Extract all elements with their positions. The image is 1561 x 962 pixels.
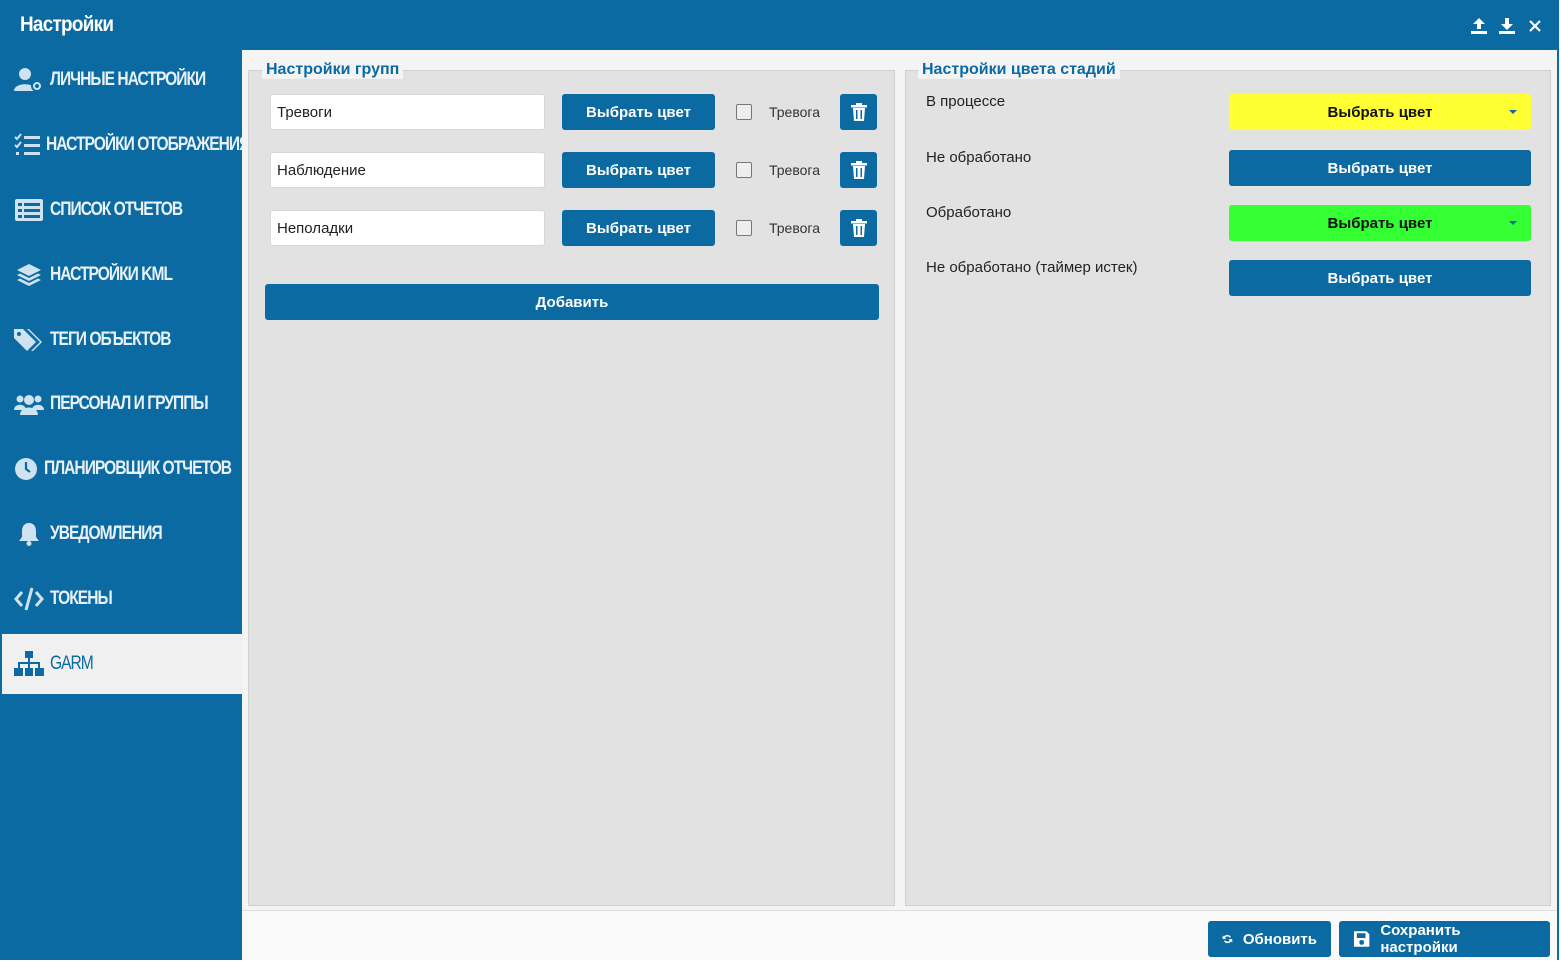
stage-colors-legend: Настройки цвета стадий [918, 61, 1120, 79]
chevron-down-icon [1509, 221, 1517, 225]
sidebar-item-label: ТОКЕНЫ [50, 588, 113, 609]
stage-color-button-label: Выбрать цвет [1327, 269, 1433, 287]
sidebar-item-display-settings[interactable]: НАСТРОЙКИ ОТОБРАЖЕНИЯ [2, 115, 250, 175]
group-row: Выбрать цвет Тревога [270, 210, 890, 246]
stage-colors-panel: Настройки цвета стадий В процессе Выбрат… [905, 61, 1551, 906]
sidebar-item-report-list[interactable]: СПИСОК ОТЧЕТОВ [2, 180, 242, 240]
sidebar: ЛИЧНЫЕ НАСТРОЙКИ НАСТРОЙКИ ОТОБРАЖЕНИЯ С… [2, 50, 250, 960]
list-alt-icon [14, 195, 44, 225]
stage-row: Обработано Выбрать цвет [926, 204, 1532, 241]
sidebar-item-report-scheduler[interactable]: ПЛАНИРОВЩИК ОТЧЕТОВ [2, 439, 242, 499]
groups-legend: Настройки групп [262, 61, 404, 79]
settings-window: Настройки ЛИЧНЫЕ НАСТРОЙКИ НАСТРОЙКИ ОТО… [0, 0, 1559, 960]
group-row: Выбрать цвет Тревога [270, 152, 890, 188]
refresh-label: Обновить [1242, 930, 1317, 948]
trash-icon [850, 161, 867, 179]
sidebar-item-label: ПЛАНИРОВЩИК ОТЧЕТОВ [44, 458, 232, 479]
user-gear-icon [14, 65, 44, 95]
delete-group-button[interactable] [840, 152, 877, 188]
sidebar-item-staff-groups[interactable]: ПЕРСОНАЛ И ГРУППЫ [2, 374, 242, 434]
group-row: Выбрать цвет Тревога [270, 94, 890, 130]
delete-group-button[interactable] [840, 94, 877, 130]
stage-label: В процессе [926, 93, 1006, 110]
title-bar: Настройки [2, 2, 1557, 50]
layers-icon [14, 260, 44, 290]
pick-color-button[interactable]: Выбрать цвет [562, 94, 715, 130]
groups-panel: Настройки групп Выбрать цвет Тревога Выб… [248, 61, 895, 906]
alarm-checkbox[interactable] [736, 104, 752, 120]
stage-color-button[interactable]: Выбрать цвет [1229, 150, 1531, 186]
upload-icon[interactable] [1469, 16, 1489, 36]
window-title: Настройки [20, 13, 114, 36]
stage-color-button-label: Выбрать цвет [1327, 214, 1433, 232]
sidebar-item-notifications[interactable]: УВЕДОМЛЕНИЯ [2, 504, 242, 564]
code-icon [14, 584, 44, 614]
sidebar-item-label: ЛИЧНЫЕ НАСТРОЙКИ [50, 69, 206, 90]
chevron-down-icon [1509, 110, 1517, 114]
refresh-button[interactable]: Обновить [1208, 921, 1331, 957]
sidebar-item-label: СПИСОК ОТЧЕТОВ [50, 199, 183, 220]
stage-color-button-label: Выбрать цвет [1327, 103, 1433, 121]
stage-color-button[interactable]: Выбрать цвет [1229, 205, 1531, 241]
sidebar-item-label: ПЕРСОНАЛ И ГРУППЫ [50, 393, 209, 414]
clock-icon [14, 454, 38, 484]
stage-color-button[interactable]: Выбрать цвет [1229, 94, 1531, 130]
stage-row: В процессе Выбрать цвет [926, 93, 1532, 130]
save-settings-button[interactable]: Сохранить настройки [1339, 921, 1550, 957]
sitemap-icon [14, 649, 44, 679]
delete-group-button[interactable] [840, 210, 877, 246]
main-content: Настройки групп Выбрать цвет Тревога Выб… [242, 50, 1557, 910]
sidebar-item-label: УВЕДОМЛЕНИЯ [50, 523, 163, 544]
alarm-label: Тревога [769, 104, 820, 120]
stage-label: Не обработано (таймер истек) [926, 259, 1138, 276]
tags-icon [14, 325, 44, 355]
sidebar-item-garm[interactable]: GARM [2, 634, 242, 694]
bell-icon [14, 519, 44, 549]
sidebar-item-label: GARM [50, 653, 94, 674]
sidebar-item-label: ТЕГИ ОБЪЕКТОВ [50, 329, 172, 350]
sidebar-item-object-tags[interactable]: ТЕГИ ОБЪЕКТОВ [2, 310, 242, 370]
save-icon [1353, 931, 1370, 947]
pick-color-button[interactable]: Выбрать цвет [562, 210, 715, 246]
alarm-label: Тревога [769, 162, 820, 178]
stage-label: Обработано [926, 204, 1012, 221]
stage-row: Не обработано Выбрать цвет [926, 149, 1532, 186]
refresh-icon [1222, 934, 1233, 944]
group-name-input[interactable] [270, 152, 545, 188]
save-settings-label: Сохранить настройки [1380, 922, 1461, 956]
alarm-checkbox[interactable] [736, 162, 752, 178]
sidebar-item-label: НАСТРОЙКИ KML [50, 264, 173, 285]
alarm-label: Тревога [769, 220, 820, 236]
list-check-icon [14, 130, 40, 160]
users-icon [14, 389, 44, 419]
footer-bar: Обновить Сохранить настройки [242, 910, 1557, 960]
sidebar-item-tokens[interactable]: ТОКЕНЫ [2, 569, 242, 629]
group-name-input[interactable] [270, 210, 545, 246]
trash-icon [850, 219, 867, 237]
stage-label: Не обработано [926, 149, 1032, 166]
stage-row: Не обработано (таймер истек) Выбрать цве… [926, 259, 1532, 296]
stage-color-button-label: Выбрать цвет [1327, 159, 1433, 177]
sidebar-item-label: НАСТРОЙКИ ОТОБРАЖЕНИЯ [46, 134, 250, 155]
group-name-input[interactable] [270, 94, 545, 130]
sidebar-item-personal-settings[interactable]: ЛИЧНЫЕ НАСТРОЙКИ [2, 50, 242, 110]
alarm-checkbox[interactable] [736, 220, 752, 236]
add-group-button[interactable]: Добавить [265, 284, 879, 320]
stage-color-button[interactable]: Выбрать цвет [1229, 260, 1531, 296]
close-icon[interactable] [1525, 16, 1545, 36]
pick-color-button[interactable]: Выбрать цвет [562, 152, 715, 188]
trash-icon [850, 103, 867, 121]
sidebar-item-kml-settings[interactable]: НАСТРОЙКИ KML [2, 245, 242, 305]
download-icon[interactable] [1497, 16, 1517, 36]
